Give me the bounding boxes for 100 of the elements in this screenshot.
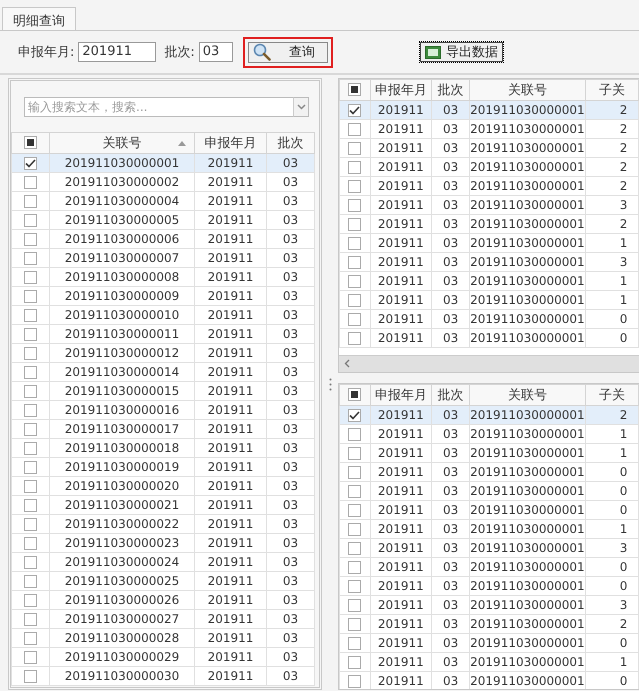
table-cell: 201911030000007 [64,251,180,265]
row-checkbox[interactable] [24,347,37,360]
table-cell: 03 [443,654,458,669]
row-checkbox[interactable] [24,366,37,380]
row-checkbox[interactable] [24,233,37,246]
select-all-checkbox[interactable] [348,388,362,401]
row-checkbox[interactable] [24,290,37,304]
row-checkbox[interactable] [348,466,362,479]
row-checkbox[interactable] [24,651,37,664]
row-checkbox[interactable] [348,313,362,326]
row-checkbox[interactable] [24,423,37,436]
table-cell: 03 [282,536,298,550]
table-cell: 201911030000012 [64,346,180,360]
row-checkbox[interactable] [348,560,362,574]
table-cell: 201911030000001 [470,122,584,136]
table-cell: 201911030000029 [64,650,180,664]
table-cell: 201911030000001 [470,502,584,517]
field-label: 申报年月: [18,44,74,61]
row-checkbox[interactable] [348,180,362,194]
table-cell: 03 [443,217,458,231]
row-checkbox[interactable] [348,237,362,250]
input-field[interactable]: 03 [198,42,233,62]
table-cell: 03 [443,598,458,612]
row-checkbox[interactable] [24,556,37,570]
row-checkbox[interactable] [348,104,362,118]
row-checkbox[interactable] [24,613,37,626]
row-checkbox[interactable] [24,499,37,512]
row-checkbox[interactable] [24,518,37,532]
dropdown-button[interactable] [293,96,309,116]
table-cell: 03 [443,293,458,307]
row-checkbox[interactable] [24,632,37,646]
row-checkbox[interactable] [24,157,37,170]
row-checkbox[interactable] [24,252,37,266]
row-checkbox[interactable] [348,123,362,136]
row-checkbox[interactable] [24,271,37,284]
export-button[interactable]: 导出数据 [418,41,504,63]
table-cell: 201911 [378,331,424,345]
row-checkbox[interactable] [348,674,362,688]
row-checkbox[interactable] [348,294,362,308]
row-checkbox[interactable] [24,404,37,418]
table-cell: 201911 [378,616,424,631]
row-checkbox[interactable] [348,218,362,232]
row-checkbox[interactable] [24,214,37,228]
table-cell: 201911030000008 [64,270,180,284]
row-checkbox[interactable] [348,256,362,270]
table-cell: 201911 [378,179,424,193]
row-checkbox[interactable] [24,176,37,190]
table-cell: 201911030000002 [64,175,180,189]
table-cell: 201911 [208,289,254,303]
table-cell: 03 [443,179,458,193]
row-checkbox[interactable] [348,275,362,288]
table-cell: 2 [620,179,628,193]
table-cell: 03 [443,198,458,212]
row-checkbox[interactable] [348,656,362,669]
row-checkbox[interactable] [348,332,362,346]
table-cell: 201911030000026 [64,593,180,607]
splitter-grip-icon[interactable] [328,378,332,390]
row-checkbox[interactable] [24,480,37,494]
row-checkbox[interactable] [24,575,37,588]
row-checkbox[interactable] [348,161,362,174]
row-checkbox[interactable] [24,328,37,342]
table-cell: 201911030000021 [64,498,180,512]
row-checkbox[interactable] [348,142,362,156]
row-checkbox[interactable] [24,670,37,684]
row-checkbox[interactable] [348,504,362,517]
table-cell: 201911 [378,198,424,212]
row-checkbox[interactable] [24,537,37,550]
row-checkbox[interactable] [348,446,362,460]
row-checkbox[interactable] [348,484,362,498]
row-checkbox[interactable] [24,461,37,474]
row-checkbox[interactable] [348,580,362,593]
table-cell: 201911 [378,560,424,574]
row-checkbox[interactable] [348,522,362,536]
query-button[interactable]: 查询 [248,42,328,62]
table-cell: 0 [620,502,628,517]
table-cell: 201911030000001 [470,274,584,288]
row-checkbox[interactable] [348,542,362,555]
table-cell: 201911030000005 [64,213,180,227]
select-all-checkbox[interactable] [24,136,37,150]
table-cell: 201911030000001 [470,179,584,193]
row-checkbox[interactable] [24,594,37,608]
table-cell: 201911 [378,160,424,174]
table-cell: 03 [443,616,458,631]
select-all-checkbox[interactable] [348,83,362,96]
row-checkbox[interactable] [348,636,362,650]
row-checkbox[interactable] [348,408,362,422]
horizontal-scrollbar[interactable] [339,354,639,372]
row-checkbox[interactable] [24,385,37,398]
input-field[interactable]: 201911 [78,42,156,62]
row-checkbox[interactable] [348,199,362,212]
row-checkbox[interactable] [348,618,362,631]
row-checkbox[interactable] [24,195,37,208]
table-cell: 03 [282,441,298,455]
table-cell: 201911030000001 [470,654,584,669]
search-field[interactable]: 输入搜索文本，搜索... [24,96,293,116]
row-checkbox[interactable] [348,428,362,441]
tab[interactable]: 明细查询 [2,7,76,30]
row-checkbox[interactable] [24,309,37,322]
row-checkbox[interactable] [348,598,362,612]
row-checkbox[interactable] [24,442,37,456]
